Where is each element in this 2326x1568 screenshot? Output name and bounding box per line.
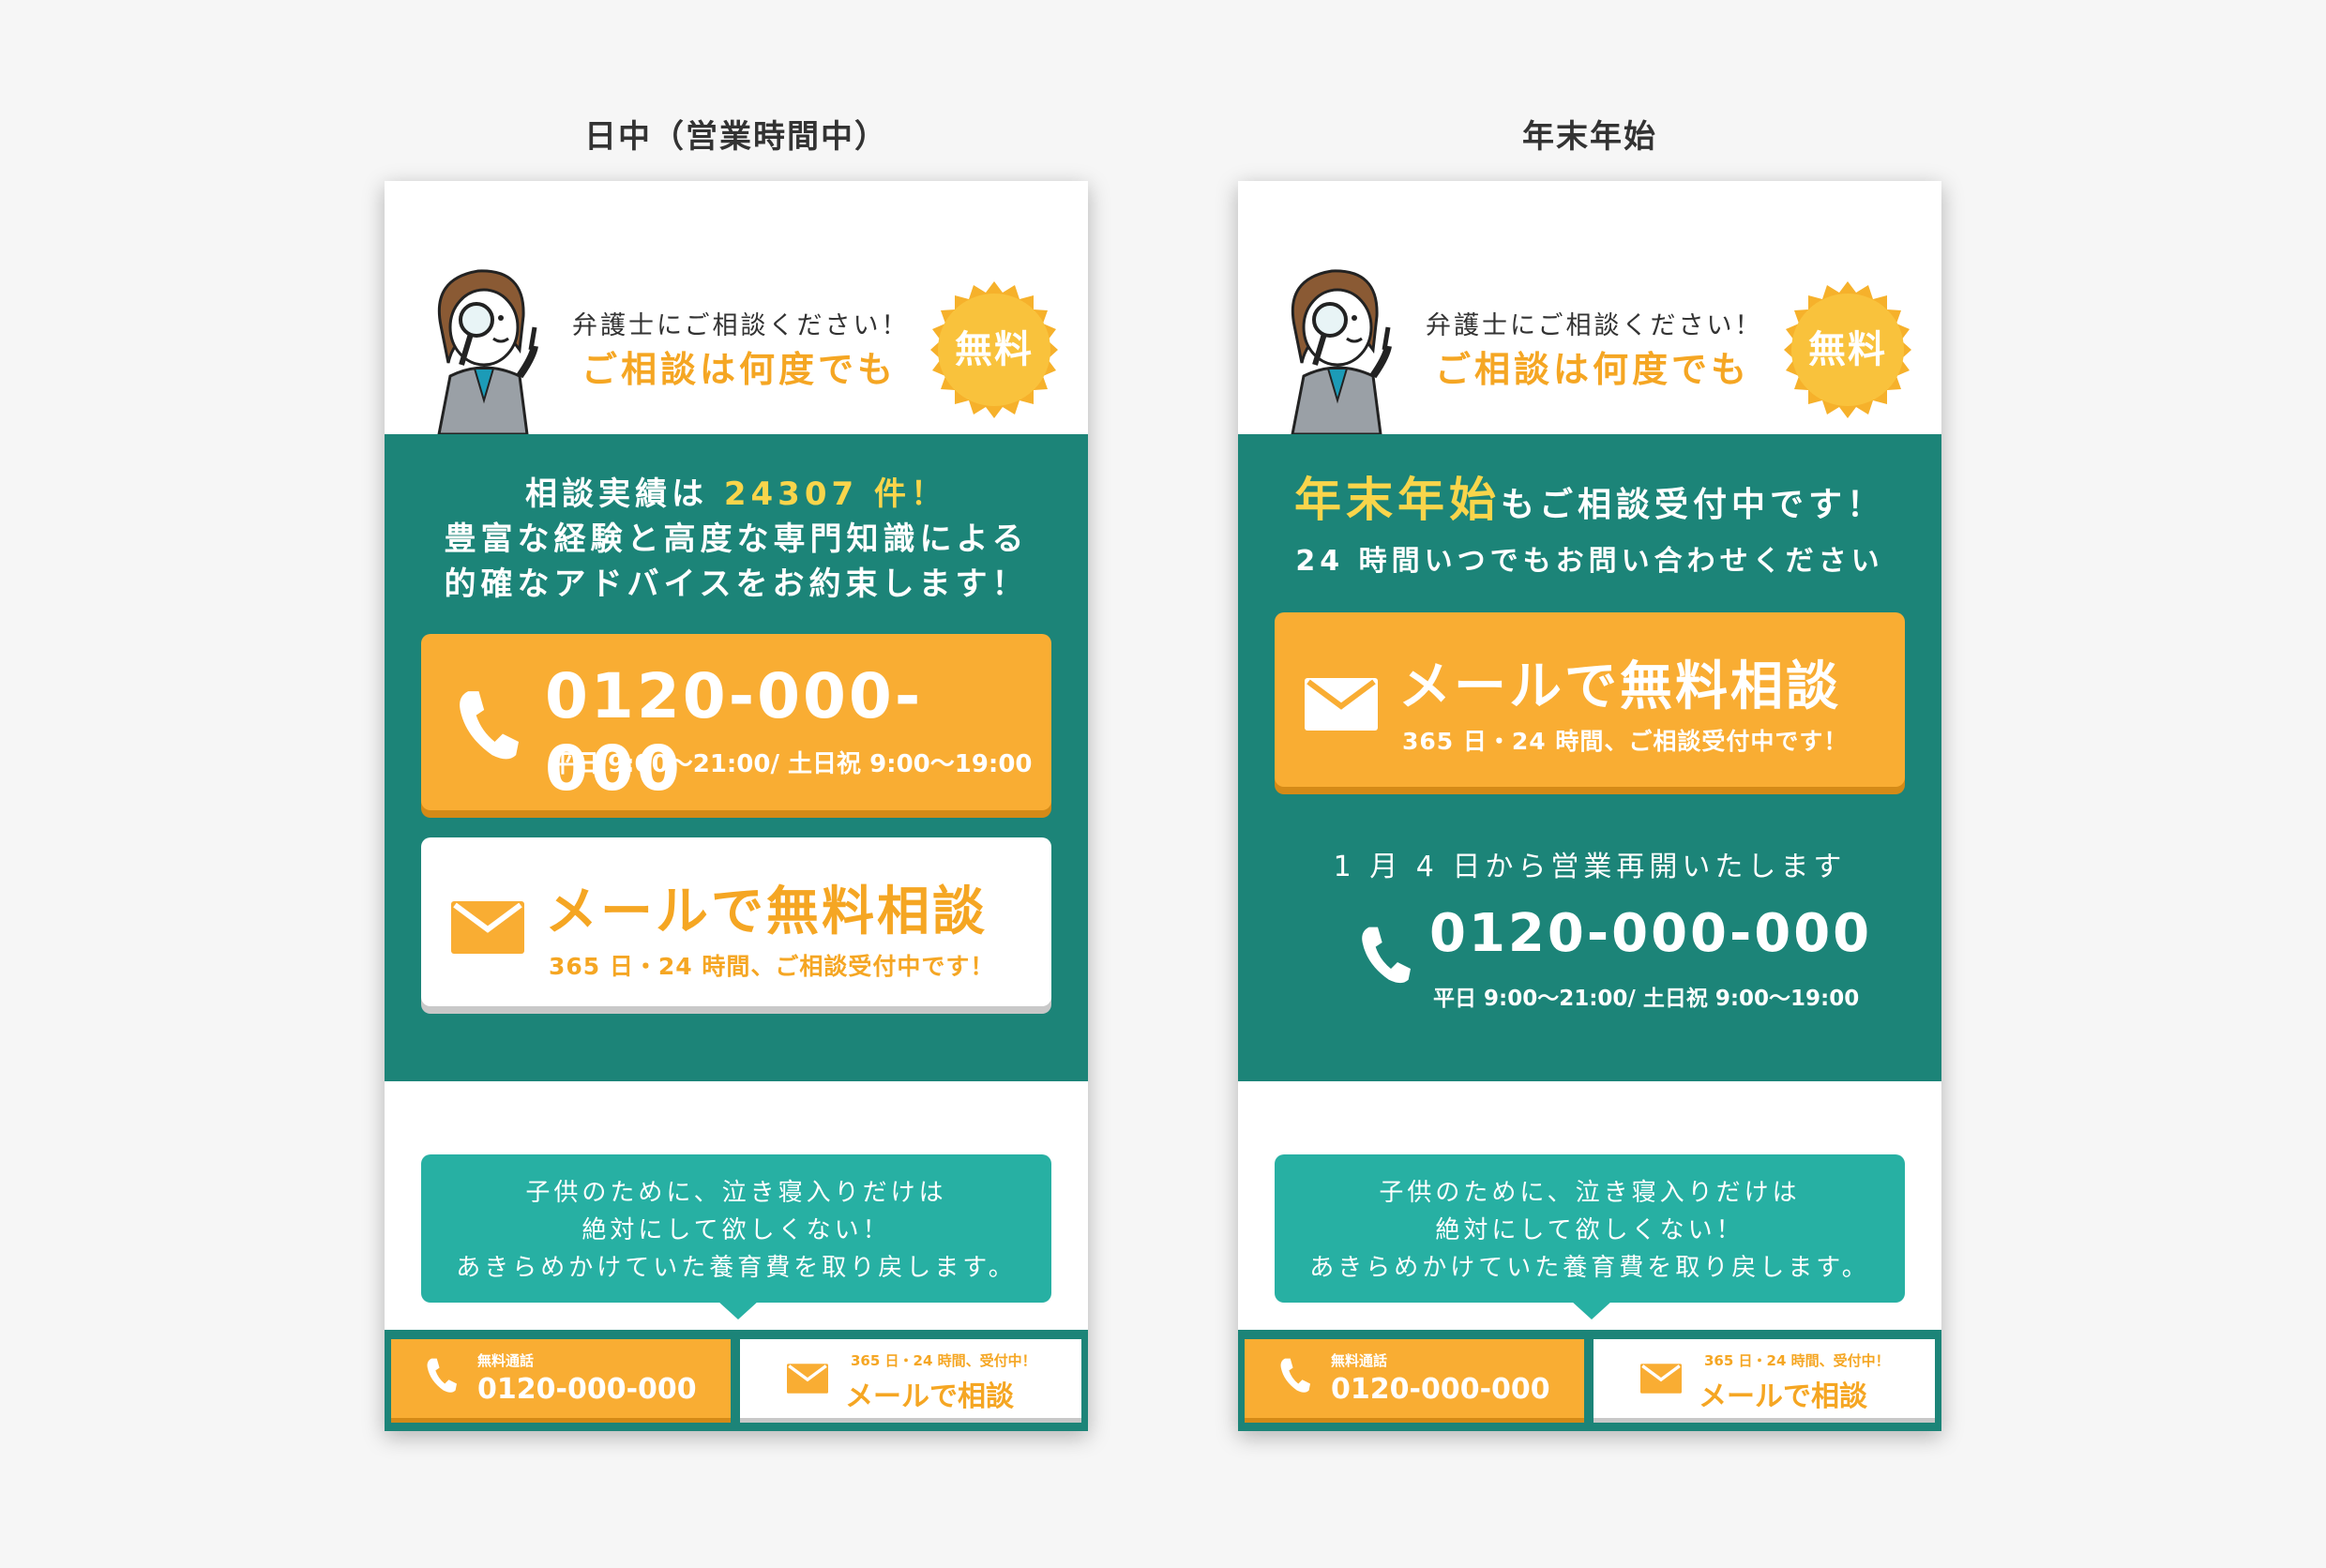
column-title-daytime: 日中（営業時間中） — [584, 118, 888, 156]
mail-button-label: メールで無料相談 — [1398, 656, 1841, 717]
header: 弁護士にご相談ください！ ご相談は何度でも 無料 — [1238, 181, 1941, 434]
intro-line-2: 24 時間いつでもお問い合わせください — [1295, 545, 1884, 578]
bubble-line-1: 子供のために、泣き寝入りだけは — [525, 1179, 947, 1207]
badge-label: 無料 — [955, 328, 1034, 371]
mail-icon — [1640, 1364, 1682, 1394]
mail-icon — [1305, 678, 1378, 731]
cta-section: 年末年始もご相談受付中です！ 24 時間いつでもお問い合わせください メールで無… — [1238, 434, 1941, 1081]
bottom-mail-button[interactable]: 365 日・24 時間、受付中！ メールで相談 — [740, 1339, 1081, 1418]
mail-icon — [787, 1364, 828, 1394]
tel-hours: 平日 9:00〜21:00/ 土日祝 9:00〜19:00 — [551, 750, 1033, 778]
bottom-call-label: 無料通話 — [1331, 1352, 1388, 1369]
bubble-line-3: あきらめかけていた養育費を取り戻します。 — [456, 1254, 1017, 1282]
tel-hours: 平日 9:00〜21:00/ 土日祝 9:00〜19:00 — [1433, 987, 1860, 1011]
bottom-mail-note: 365 日・24 時間、受付中！ — [1704, 1352, 1890, 1369]
intro-line-1: 相談実績は 24307 件！ — [385, 472, 1088, 517]
bubble-tail — [1571, 1301, 1612, 1319]
phone-icon — [427, 1358, 457, 1393]
mail-consult-button[interactable]: メールで無料相談 365 日・24 時間、ご相談受付中です！ — [1275, 612, 1905, 787]
header-subtitle: 弁護士にご相談ください！ — [572, 311, 910, 340]
bubble-line-3: あきらめかけていた養育費を取り戻します。 — [1309, 1254, 1870, 1282]
mobile-screen-daytime: 弁護士にご相談ください！ ご相談は何度でも 無料 相談実績は 24307 件！ … — [385, 181, 1088, 1431]
mobile-screen-year-end: 弁護士にご相談ください！ ご相談は何度でも 無料 年末年始もご相談受付中です！ … — [1238, 181, 1941, 1431]
reopen-notice: 1 月 4 日から営業再開いたします — [1333, 851, 1847, 883]
bubble-line-1: 子供のために、泣き寝入りだけは — [1379, 1179, 1801, 1207]
bottom-call-number: 0120-000-000 — [1331, 1373, 1550, 1406]
intro-line-1: 年末年始もご相談受付中です！ — [1238, 476, 1941, 528]
bottom-mail-button[interactable]: 365 日・24 時間、受付中！ メールで相談 — [1593, 1339, 1935, 1418]
header-title: ご相談は何度でも — [582, 349, 898, 390]
intro-prefix: 相談実績は — [525, 475, 724, 513]
mail-icon — [451, 901, 524, 954]
message-bubble: 子供のために、泣き寝入りだけは 絶対にして欲しくない！ あきらめかけていた養育費… — [421, 1154, 1051, 1303]
case-count: 24307 件！ — [723, 475, 947, 513]
tel-number: 0120-000-000 — [545, 660, 924, 805]
year-end-accent: 年末年始 — [1293, 473, 1501, 527]
bottom-call-button[interactable]: 無料通話 0120-000-000 — [1245, 1339, 1584, 1418]
bottom-call-number: 0120-000-000 — [477, 1373, 697, 1406]
bottom-mail-label: メールで相談 — [1699, 1380, 1867, 1413]
intro-rest: もご相談受付中です！ — [1500, 486, 1885, 524]
header-title: ご相談は何度でも — [1435, 349, 1751, 390]
bottom-call-label: 無料通話 — [477, 1352, 535, 1369]
cta-section: 相談実績は 24307 件！ 豊富な経験と高度な専門知識による 的確なアドバイス… — [385, 434, 1088, 1081]
phone-icon — [1280, 1358, 1310, 1393]
bottom-call-button[interactable]: 無料通話 0120-000-000 — [391, 1339, 731, 1418]
mail-button-label: メールで無料相談 — [545, 882, 988, 942]
message-bubble: 子供のために、泣き寝入りだけは 絶対にして欲しくない！ あきらめかけていた養育費… — [1275, 1154, 1905, 1303]
header: 弁護士にご相談ください！ ご相談は何度でも 無料 — [385, 181, 1088, 434]
column-title-year-end: 年末年始 — [1522, 118, 1657, 156]
badge-label: 無料 — [1808, 328, 1887, 371]
bottom-fixed-bar: 無料通話 0120-000-000 365 日・24 時間、受付中！ メールで相… — [1238, 1330, 1941, 1431]
intro-line-3: 的確なアドバイスをお約束します！ — [444, 565, 1029, 603]
header-subtitle: 弁護士にご相談ください！ — [1426, 311, 1763, 340]
phone-icon — [460, 691, 519, 760]
bottom-fixed-bar: 無料通話 0120-000-000 365 日・24 時間、受付中！ メールで相… — [385, 1330, 1088, 1431]
bubble-line-2: 絶対にして欲しくない！ — [582, 1216, 891, 1244]
mail-button-sub: 365 日・24 時間、ご相談受付中です！ — [1402, 728, 1849, 755]
intro-line-2: 豊富な経験と高度な専門知識による — [444, 520, 1029, 558]
phone-icon — [1362, 927, 1411, 984]
tel-number[interactable]: 0120-000-000 — [1429, 903, 1872, 964]
bottom-mail-label: メールで相談 — [845, 1380, 1014, 1413]
mail-button-sub: 365 日・24 時間、ご相談受付中です！ — [549, 953, 995, 980]
bottom-mail-note: 365 日・24 時間、受付中！ — [851, 1352, 1036, 1369]
mail-consult-button[interactable]: メールで無料相談 365 日・24 時間、ご相談受付中です！ — [421, 837, 1051, 1006]
lawyer-mascot-illustration — [1291, 269, 1392, 434]
lawyer-mascot-illustration — [437, 269, 538, 434]
bubble-tail — [717, 1301, 759, 1319]
bubble-line-2: 絶対にして欲しくない！ — [1435, 1216, 1744, 1244]
call-button[interactable]: 0120-000-000 平日 9:00〜21:00/ 土日祝 9:00〜19:… — [421, 634, 1051, 810]
